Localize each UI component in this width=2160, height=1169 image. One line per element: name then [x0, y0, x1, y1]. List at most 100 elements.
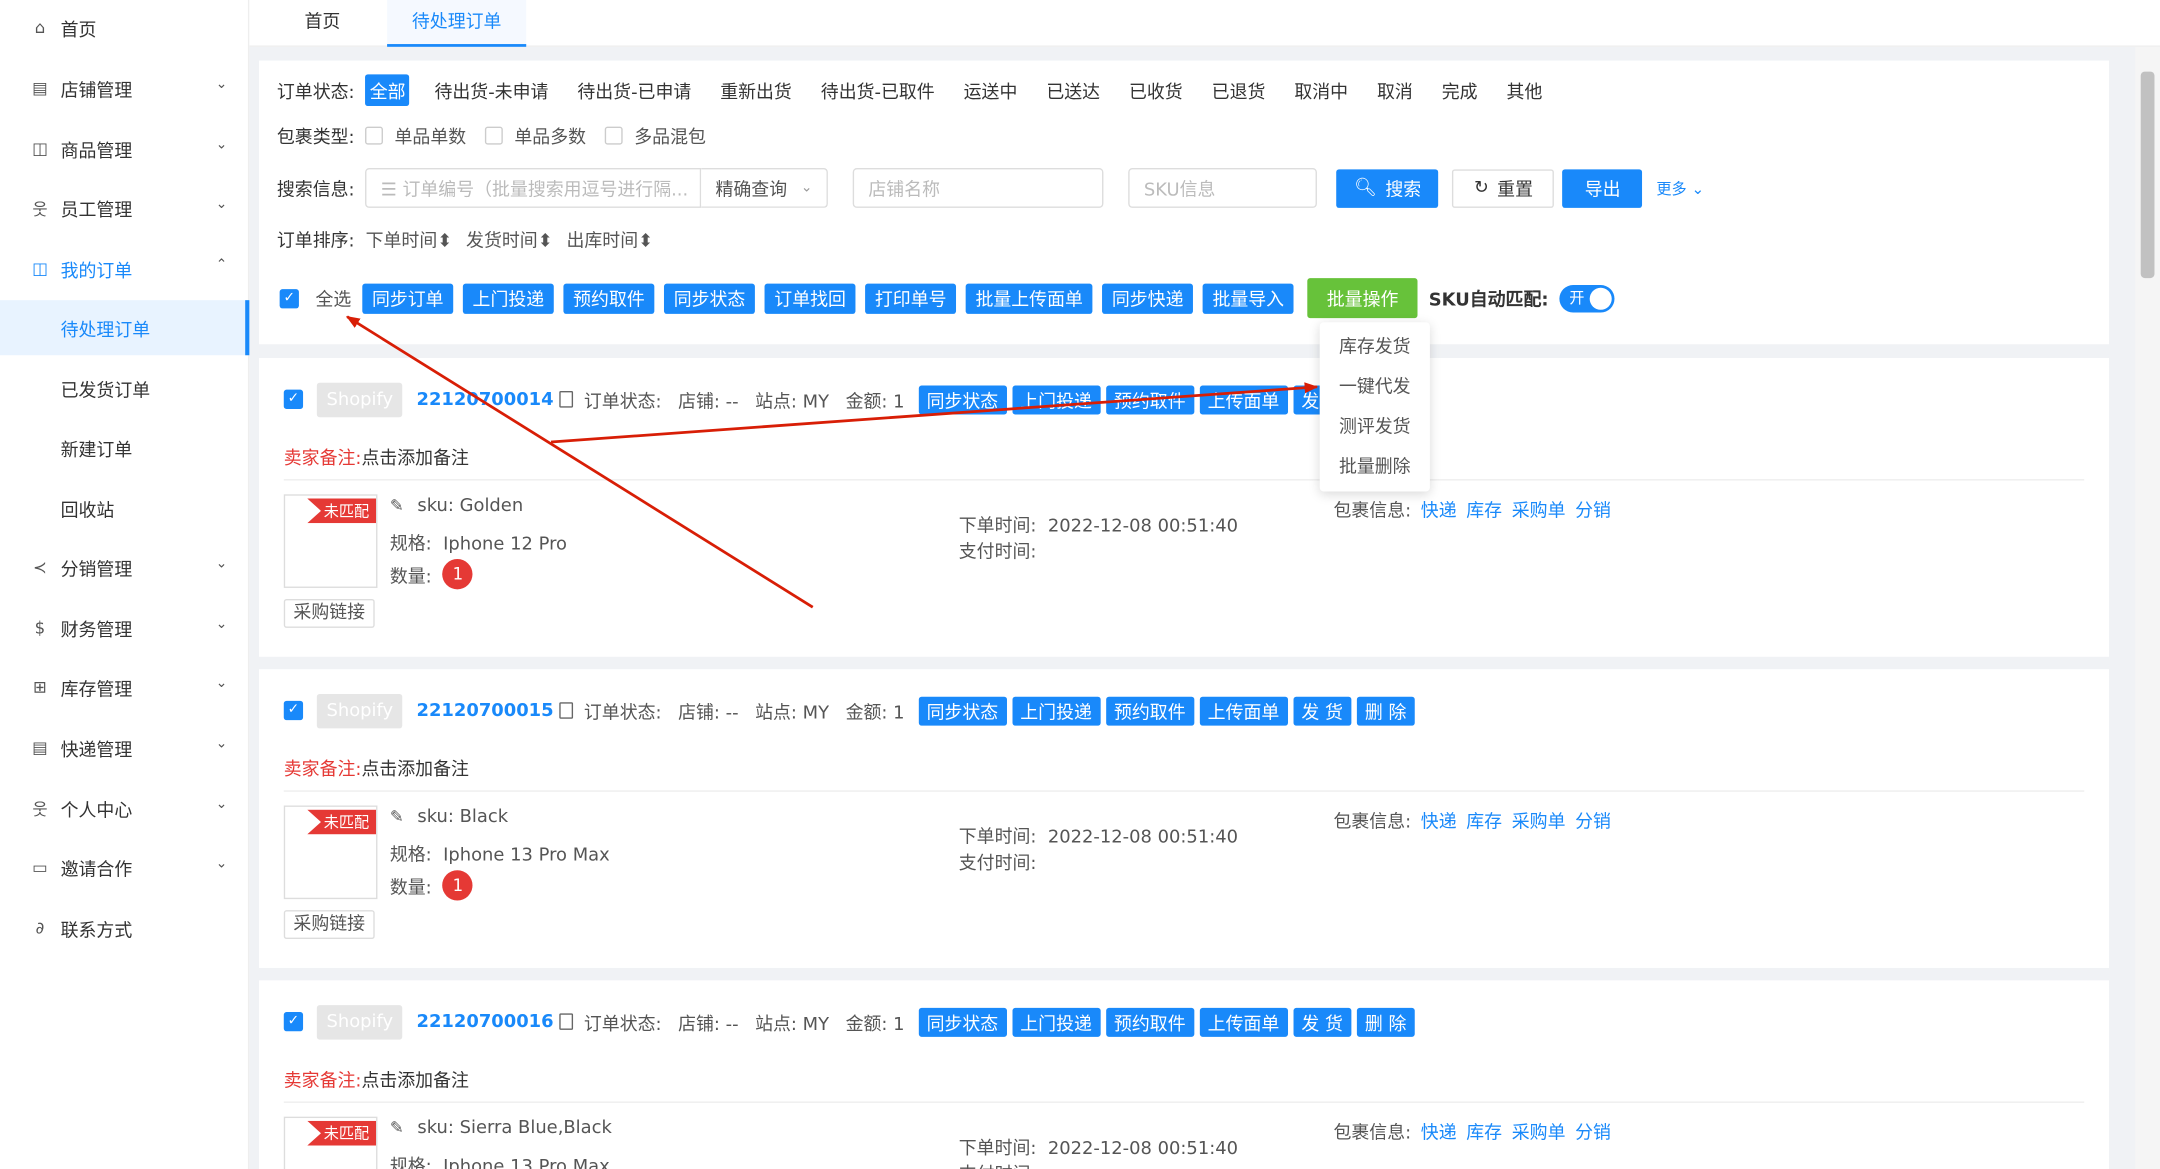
sidebar-sub-shipped[interactable]: 已发货订单 — [0, 361, 249, 416]
pkg-link-distribution[interactable]: 分销 — [1575, 807, 1611, 833]
sku-input[interactable]: SKU信息 — [1128, 167, 1318, 208]
sidebar-item-distribution[interactable]: ≺ 分销管理 ⌄ — [0, 540, 249, 595]
upload-label-button[interactable]: 上传面单 — [1199, 696, 1288, 725]
remark-add-link[interactable]: 点击添加备注 — [361, 760, 468, 781]
more-link[interactable]: 更多 ⌄ — [1656, 177, 1704, 199]
order-id[interactable]: 22120700015 — [417, 700, 554, 721]
sync-status-button[interactable]: 同步状态 — [918, 1007, 1007, 1037]
upload-label-button[interactable]: 上传面单 — [1199, 384, 1288, 414]
export-button[interactable]: 导出 — [1562, 168, 1643, 208]
sort-ship-time[interactable]: 发货时间⬍ — [466, 226, 553, 252]
door-delivery-button[interactable]: 上门投递 — [1012, 1007, 1101, 1037]
copy-icon[interactable] — [559, 391, 573, 408]
pickup-button[interactable]: 预约取件 — [563, 282, 655, 314]
menu-item-review-ship[interactable]: 测评发货 — [1320, 408, 1430, 448]
door-delivery-button[interactable]: 上门投递 — [462, 282, 554, 314]
sync-orders-button[interactable]: 同步订单 — [362, 282, 454, 314]
recover-order-button[interactable]: 订单找回 — [764, 282, 856, 314]
bulk-operations-button[interactable]: 批量操作 — [1307, 278, 1418, 319]
menu-item-bulk-delete[interactable]: 批量删除 — [1320, 447, 1430, 487]
delete-button[interactable]: 删 除 — [1356, 1007, 1415, 1037]
tab-home[interactable]: 首页 — [280, 0, 365, 47]
sidebar-item-staff[interactable]: 웃 员工管理 ⌄ — [0, 180, 249, 235]
checkbox[interactable] — [485, 126, 504, 145]
search-button[interactable]: 🔍︎ 搜索 — [1336, 168, 1439, 208]
checkbox[interactable] — [605, 126, 624, 145]
pickup-button[interactable]: 预约取件 — [1105, 696, 1194, 725]
order-checkbox[interactable]: ✓ — [283, 700, 304, 721]
status-option[interactable]: 取消 — [1373, 74, 1417, 106]
pkg-link-stock[interactable]: 库存 — [1466, 1118, 1502, 1145]
status-option[interactable]: 已收货 — [1125, 74, 1187, 106]
edit-icon[interactable]: ✎ — [390, 1118, 407, 1137]
sidebar-item-store[interactable]: ▤ 店铺管理 ⌄ — [0, 61, 249, 116]
select-all-checkbox[interactable]: ✓ — [279, 288, 299, 308]
ship-button[interactable]: 发 货 — [1293, 1007, 1352, 1037]
order-id[interactable]: 22120700014 — [417, 389, 554, 410]
sidebar-item-finance[interactable]: $ 财务管理 ⌄ — [0, 600, 249, 655]
status-option[interactable]: 运送中 — [960, 74, 1022, 106]
order-checkbox[interactable]: ✓ — [283, 1012, 304, 1032]
sidebar-item-home[interactable]: ⌂ 首页 — [0, 0, 249, 55]
sync-express-button[interactable]: 同步快递 — [1102, 282, 1194, 314]
pkg-link-express[interactable]: 快递 — [1421, 807, 1457, 833]
status-option[interactable]: 已退货 — [1208, 74, 1270, 106]
edit-icon[interactable]: ✎ — [390, 496, 407, 515]
pkg-link-express[interactable]: 快递 — [1421, 496, 1457, 522]
pkg-link-stock[interactable]: 库存 — [1466, 496, 1502, 522]
pickup-button[interactable]: 预约取件 — [1105, 1007, 1194, 1037]
ship-button[interactable]: 发 货 — [1293, 696, 1352, 725]
sync-status-button[interactable]: 同步状态 — [664, 282, 756, 314]
pkg-link-distribution[interactable]: 分销 — [1575, 496, 1611, 522]
bulk-upload-label-button[interactable]: 批量上传面单 — [965, 282, 1093, 314]
sidebar-item-contact[interactable]: ∂ 联系方式 — [0, 900, 249, 955]
bulk-import-button[interactable]: 批量导入 — [1202, 282, 1294, 314]
checkbox[interactable] — [365, 126, 384, 145]
purchase-link-button[interactable]: 采购链接 — [283, 598, 375, 628]
status-option[interactable]: 其他 — [1502, 74, 1546, 106]
pickup-button[interactable]: 预约取件 — [1105, 384, 1194, 414]
pkg-link-stock[interactable]: 库存 — [1466, 807, 1502, 833]
pkg-link-purchase[interactable]: 采购单 — [1512, 1118, 1566, 1145]
match-mode-select[interactable]: 精确查询 ⌄ — [701, 167, 829, 208]
pkg-link-purchase[interactable]: 采购单 — [1512, 807, 1566, 833]
door-delivery-button[interactable]: 上门投递 — [1012, 384, 1101, 414]
remark-add-link[interactable]: 点击添加备注 — [361, 449, 468, 470]
order-checkbox[interactable]: ✓ — [283, 389, 304, 409]
sku-auto-toggle[interactable]: 开 — [1559, 284, 1615, 312]
sidebar-item-goods[interactable]: ◫ 商品管理 ⌄ — [0, 121, 249, 176]
sidebar-sub-recycle[interactable]: 回收站 — [0, 481, 249, 536]
scrollbar-thumb[interactable] — [2140, 71, 2155, 279]
delete-button[interactable]: 删 除 — [1356, 696, 1415, 725]
sort-out-time[interactable]: 出库时间⬍ — [566, 226, 653, 252]
reset-button[interactable]: ↻ 重置 — [1452, 168, 1555, 208]
order-id[interactable]: 22120700016 — [417, 1011, 554, 1032]
sidebar-item-profile[interactable]: 웃 个人中心 ⌄ — [0, 781, 249, 836]
pkg-option[interactable]: 多品混包 — [605, 123, 706, 149]
pkg-link-distribution[interactable]: 分销 — [1575, 1118, 1611, 1145]
menu-item-one-click-ship[interactable]: 一键代发 — [1320, 368, 1430, 408]
sync-status-button[interactable]: 同步状态 — [918, 384, 1007, 414]
remark-add-link[interactable]: 点击添加备注 — [361, 1071, 468, 1092]
door-delivery-button[interactable]: 上门投递 — [1012, 696, 1101, 725]
status-option[interactable]: 已送达 — [1042, 74, 1104, 106]
status-option[interactable]: 待出货-已取件 — [817, 74, 939, 106]
status-option[interactable]: 取消中 — [1290, 74, 1352, 106]
status-option[interactable]: 完成 — [1438, 74, 1482, 106]
upload-label-button[interactable]: 上传面单 — [1199, 1007, 1288, 1037]
sidebar-item-inventory[interactable]: ⊞ 库存管理 ⌄ — [0, 660, 249, 715]
pkg-option[interactable]: 单品单数 — [365, 123, 466, 149]
sidebar-sub-new[interactable]: 新建订单 — [0, 420, 249, 475]
order-number-input[interactable]: ☰ 订单编号（批量搜索用逗号进行隔... — [365, 167, 702, 208]
copy-icon[interactable] — [559, 1013, 573, 1030]
print-number-button[interactable]: 打印单号 — [865, 282, 957, 314]
sort-order-time[interactable]: 下单时间⬍ — [366, 226, 453, 252]
pkg-link-express[interactable]: 快递 — [1421, 1118, 1457, 1145]
pkg-link-purchase[interactable]: 采购单 — [1512, 496, 1566, 522]
tab-pending-orders[interactable]: 待处理订单 — [387, 0, 527, 47]
shop-name-input[interactable]: 店铺名称 — [853, 167, 1104, 208]
scrollbar[interactable] — [2135, 46, 2160, 1169]
status-all[interactable]: 全部 — [365, 74, 410, 107]
sidebar-item-express[interactable]: ▤ 快递管理 ⌄ — [0, 720, 249, 775]
status-option[interactable]: 待出货-未申请 — [430, 74, 552, 106]
